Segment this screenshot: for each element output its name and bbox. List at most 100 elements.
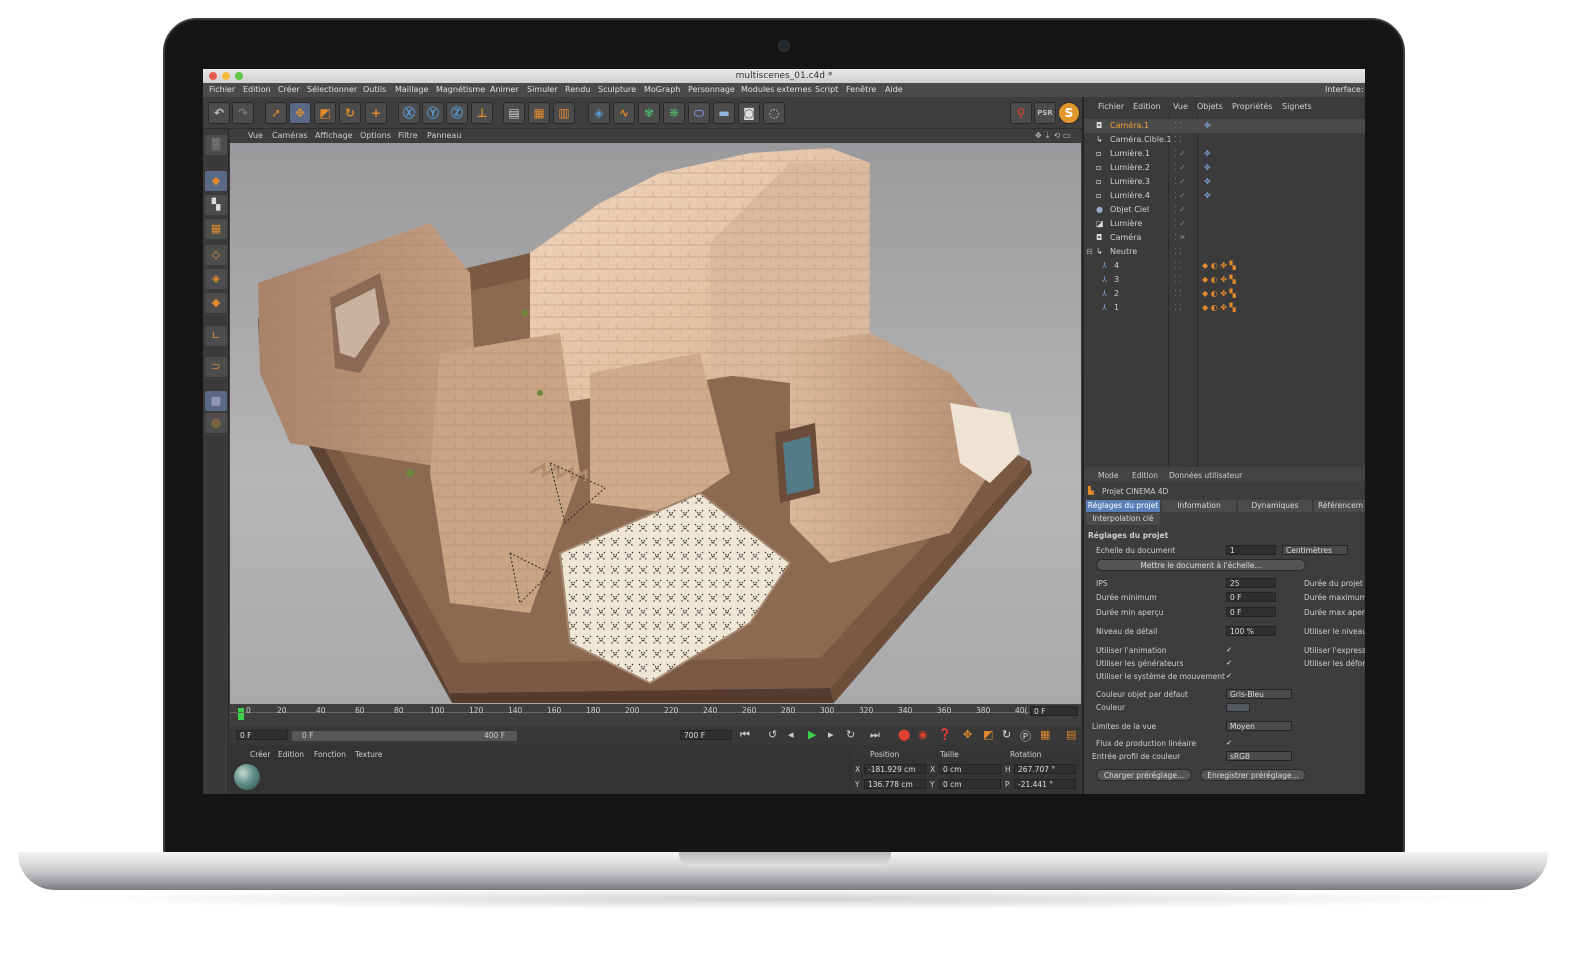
- size-y-field[interactable]: 0 cm: [939, 779, 1001, 789]
- material-menu-fonction[interactable]: Fonction: [314, 750, 346, 759]
- x-axis-icon[interactable]: Ⓧ: [398, 102, 420, 124]
- target-tag-icon[interactable]: ✥: [1204, 189, 1211, 203]
- object-row[interactable]: ⅄ 2 ⁚ ⁚ ◆ ◐ ✤ ▚: [1084, 287, 1365, 301]
- material-tags-icon[interactable]: ◆ ◐ ✤ ▚: [1202, 301, 1236, 315]
- am-menu-donnees-utilisateur[interactable]: Données utilisateur: [1169, 469, 1242, 483]
- frame-range-slider[interactable]: 0 F 400 F: [292, 731, 517, 741]
- menu-maillage[interactable]: Maillage: [395, 83, 428, 97]
- visibility-dots-icon[interactable]: ⁚ ✓: [1174, 203, 1186, 217]
- visibility-dots-icon[interactable]: ⁚ ⁚: [1174, 133, 1182, 147]
- points-mode-icon[interactable]: ◇: [205, 245, 227, 265]
- rotation-h-field[interactable]: 267.707 °: [1014, 764, 1076, 774]
- target-tag-icon[interactable]: ✥: [1204, 175, 1211, 189]
- menu-creer[interactable]: Créer: [278, 83, 300, 97]
- texture-mode-icon[interactable]: ▚: [205, 195, 227, 215]
- object-row[interactable]: ▫ Lumière.2 ⁚ ✓ ✥: [1084, 161, 1365, 175]
- visibility-dots-icon[interactable]: ⁚ ⁚: [1174, 259, 1182, 273]
- coordinate-system-icon[interactable]: ⊥: [471, 102, 493, 124]
- next-frame-icon[interactable]: ▸: [828, 728, 834, 741]
- keyframe-selection-icon[interactable]: ❓: [938, 728, 952, 741]
- menu-script[interactable]: Script: [815, 83, 838, 97]
- end-frame-field[interactable]: 700 F: [680, 730, 732, 740]
- render-settings-icon[interactable]: ▥: [553, 102, 575, 124]
- material-swatch[interactable]: [234, 764, 260, 790]
- viewport-menu-panneau[interactable]: Panneau: [427, 129, 461, 142]
- tab-reglages-du-projet[interactable]: Réglages du projet: [1086, 500, 1160, 512]
- tab-dynamiques[interactable]: Dynamiques: [1238, 500, 1312, 512]
- timeline-window-icon[interactable]: ▤: [1066, 728, 1076, 741]
- render-picture-viewer-icon[interactable]: ▦: [528, 102, 550, 124]
- y-axis-icon[interactable]: Ⓨ: [422, 102, 444, 124]
- object-row[interactable]: ⅄ 4 ⁚ ⁚ ◆ ◐ ✤ ▚: [1084, 259, 1365, 273]
- save-preset-button[interactable]: Enregistrer préréglage...: [1200, 769, 1306, 781]
- edges-mode-icon[interactable]: ◈: [205, 269, 227, 289]
- key-scale-icon[interactable]: ◩: [983, 728, 993, 741]
- tab-referencement[interactable]: Référencem: [1314, 500, 1365, 512]
- undo-icon[interactable]: ↶: [208, 102, 230, 124]
- object-row[interactable]: ⊟ ↳ Neutre ⁚ ⁚: [1084, 245, 1365, 259]
- key-position-icon[interactable]: ✥: [963, 728, 972, 741]
- material-menu-texture[interactable]: Texture: [355, 750, 382, 759]
- polygons-mode-icon[interactable]: ◆: [205, 293, 227, 313]
- grid-snap-icon[interactable]: ▩: [205, 391, 227, 411]
- doc-scale-unit-select[interactable]: Centimètres: [1282, 545, 1348, 555]
- visibility-dots-icon[interactable]: ⁚ ✕: [1174, 231, 1186, 245]
- cube-primitive-icon[interactable]: ◈: [588, 102, 610, 124]
- visibility-dots-icon[interactable]: ⁚ ⁚: [1174, 301, 1182, 315]
- menu-rendu[interactable]: Rendu: [565, 83, 590, 97]
- ips-field[interactable]: 25: [1226, 578, 1276, 588]
- menu-simuler[interactable]: Simuler: [527, 83, 558, 97]
- menu-outils[interactable]: Outils: [363, 83, 386, 97]
- next-key-icon[interactable]: ↻: [846, 728, 855, 741]
- doc-scale-field[interactable]: 1: [1226, 545, 1276, 555]
- viewport-menu-filtre[interactable]: Filtre: [398, 129, 418, 142]
- floor-icon[interactable]: ▬: [713, 102, 735, 124]
- visibility-dots-icon[interactable]: ⁚ ⁚: [1174, 245, 1182, 259]
- visibility-dots-icon[interactable]: ⁚ ⁚: [1174, 119, 1182, 133]
- previous-key-icon[interactable]: ↺: [768, 728, 777, 741]
- render-view-icon[interactable]: ▤: [503, 102, 525, 124]
- om-menu-vue[interactable]: Vue: [1173, 100, 1188, 114]
- size-x-field[interactable]: 0 cm: [939, 764, 1001, 774]
- default-color-select[interactable]: Gris-Bleu: [1226, 689, 1292, 699]
- min-duration-field[interactable]: 0 F: [1226, 592, 1276, 602]
- subdivision-icon[interactable]: ✾: [638, 102, 660, 124]
- viewport-nav-icons[interactable]: ✥ ⇣ ⟲ ▭: [1035, 129, 1070, 142]
- material-menu-creer[interactable]: Créer: [250, 750, 270, 759]
- camera-icon[interactable]: ◙: [738, 102, 760, 124]
- visibility-dots-icon[interactable]: ⁚ ✓: [1174, 217, 1186, 231]
- scale-document-button[interactable]: Mettre le document à l'échelle...: [1096, 559, 1306, 571]
- position-x-field[interactable]: -181.929 cm: [864, 764, 926, 774]
- visibility-dots-icon[interactable]: ⁚ ✓: [1174, 147, 1186, 161]
- redo-icon[interactable]: ↷: [232, 102, 254, 124]
- go-to-start-icon[interactable]: ⏮: [740, 728, 750, 742]
- viewport-menu-affichage[interactable]: Affichage: [315, 129, 353, 142]
- rotate-icon[interactable]: ↻: [339, 102, 361, 124]
- magnet-icon[interactable]: ⊃: [205, 357, 227, 377]
- psr-icon[interactable]: PSR: [1034, 102, 1056, 124]
- viewport-solo-icon[interactable]: ▒: [205, 135, 227, 155]
- am-menu-mode[interactable]: Mode: [1098, 469, 1118, 483]
- color-swatch[interactable]: [1226, 703, 1250, 712]
- spline-icon[interactable]: ∿: [613, 102, 635, 124]
- menu-aide[interactable]: Aide: [885, 83, 903, 97]
- snap-icon[interactable]: ⚲: [1010, 102, 1032, 124]
- viewport-menu-cameras[interactable]: Caméras: [272, 129, 308, 142]
- object-row[interactable]: ◘ Caméra.1 ⁚ ⁚ ✥: [1084, 119, 1365, 133]
- om-menu-edition[interactable]: Edition: [1133, 100, 1161, 114]
- model-mode-icon[interactable]: ◆: [205, 171, 227, 191]
- object-row[interactable]: ⅄ 3 ⁚ ⁚ ◆ ◐ ✤ ▚: [1084, 273, 1365, 287]
- close-window-button[interactable]: [209, 72, 217, 80]
- workplane-icon[interactable]: ▦: [205, 219, 227, 239]
- use-motion-system-checkbox[interactable]: ✓: [1226, 671, 1232, 680]
- om-menu-proprietes[interactable]: Propriétés: [1232, 100, 1272, 114]
- light-icon[interactable]: ◌: [763, 102, 785, 124]
- target-tag-icon[interactable]: ✥: [1204, 161, 1211, 175]
- material-menu-edition[interactable]: Edition: [278, 750, 304, 759]
- om-menu-objets[interactable]: Objets: [1197, 100, 1223, 114]
- menu-personnage[interactable]: Personnage: [688, 83, 735, 97]
- move-icon[interactable]: ✥: [289, 102, 311, 124]
- menu-fenetre[interactable]: Fenêtre: [846, 83, 876, 97]
- autokey-icon[interactable]: ◉: [918, 728, 928, 741]
- current-frame-field[interactable]: 0 F: [1030, 706, 1078, 716]
